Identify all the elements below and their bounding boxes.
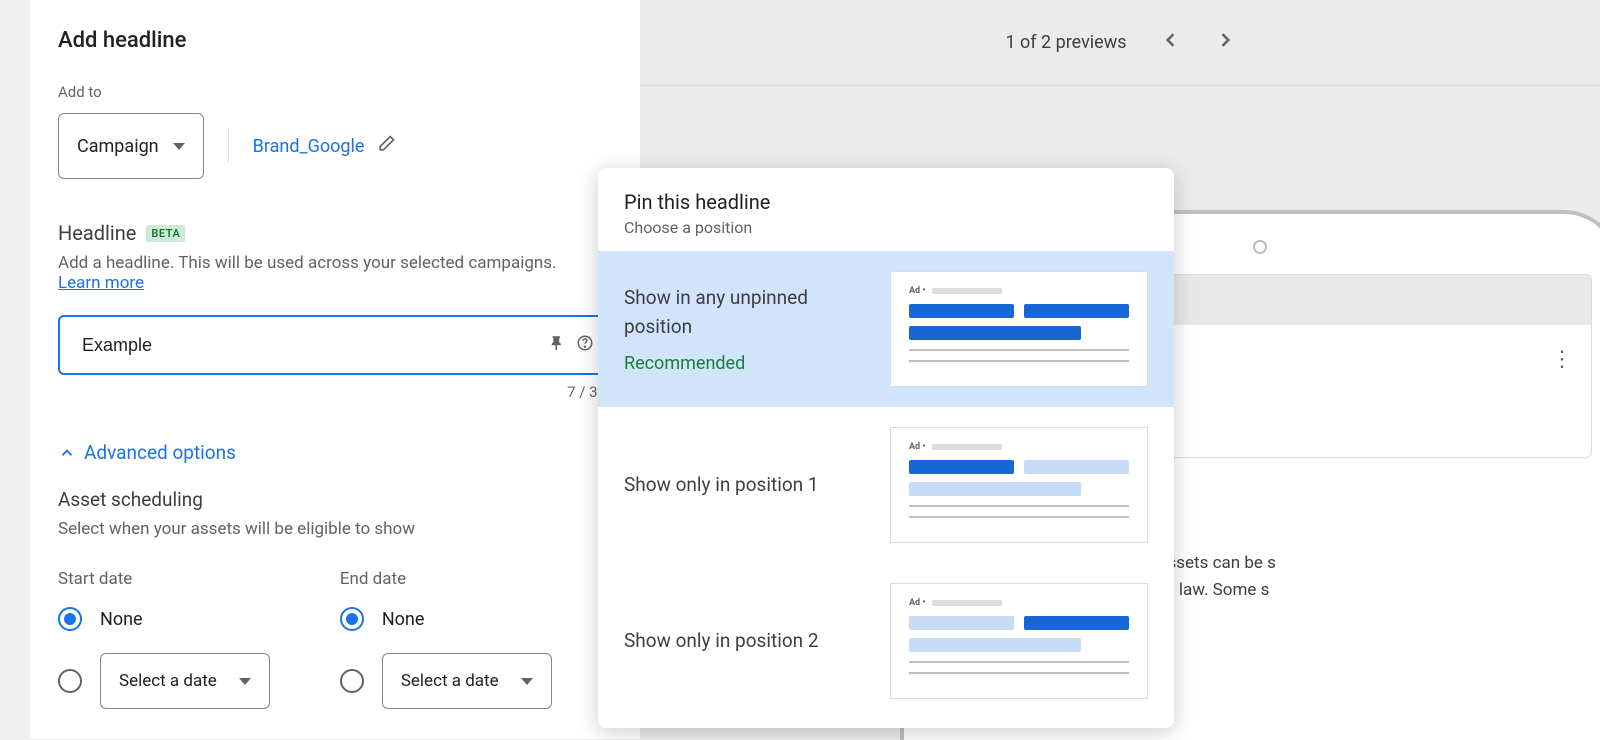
pin-icon[interactable] bbox=[548, 334, 566, 356]
help-icon[interactable] bbox=[576, 334, 594, 356]
start-date-picker-label: Select a date bbox=[119, 671, 217, 691]
add-to-select[interactable]: Campaign bbox=[58, 113, 204, 179]
start-date-column: Start date None Select a date bbox=[58, 569, 270, 731]
preview-prev-button[interactable] bbox=[1161, 30, 1181, 55]
asset-scheduling-title: Asset scheduling bbox=[58, 488, 612, 511]
start-none-label: None bbox=[100, 609, 143, 630]
divider bbox=[228, 129, 229, 163]
start-date-label: Start date bbox=[58, 569, 270, 589]
end-date-label: End date bbox=[340, 569, 552, 589]
pin-option-label: Show only in position 1 bbox=[624, 471, 819, 500]
pin-option-thumb: Ad • bbox=[890, 583, 1148, 699]
phone-camera-icon bbox=[1253, 240, 1267, 254]
pin-option-any[interactable]: Show in any unpinned position Recommende… bbox=[598, 251, 1174, 407]
add-headline-panel: Add headline Add to Campaign Brand_Googl… bbox=[30, 0, 640, 739]
asset-scheduling-desc: Select when your assets will be eligible… bbox=[58, 519, 612, 539]
advanced-options-label: Advanced options bbox=[84, 441, 236, 464]
pin-headline-popup: Pin this headline Choose a position Show… bbox=[598, 168, 1174, 728]
preview-next-button[interactable] bbox=[1215, 30, 1235, 55]
add-to-select-label: Campaign bbox=[77, 136, 159, 157]
brand-link[interactable]: Brand_Google bbox=[253, 136, 365, 157]
end-date-picker[interactable]: Select a date bbox=[382, 653, 552, 709]
headline-input-container bbox=[58, 315, 612, 375]
end-date-picker-label: Select a date bbox=[401, 671, 499, 691]
advanced-options-toggle[interactable]: Advanced options bbox=[58, 441, 612, 464]
chevron-down-icon bbox=[239, 678, 251, 685]
end-select-radio[interactable] bbox=[340, 669, 364, 693]
recommended-badge: Recommended bbox=[624, 353, 864, 374]
start-date-picker[interactable]: Select a date bbox=[100, 653, 270, 709]
popup-subtitle: Choose a position bbox=[624, 218, 1148, 237]
more-icon[interactable]: ⋮ bbox=[1551, 347, 1573, 372]
pin-option-pos1[interactable]: Show only in position 1 Ad • bbox=[598, 407, 1174, 563]
start-select-radio[interactable] bbox=[58, 669, 82, 693]
headline-input[interactable] bbox=[82, 335, 538, 356]
page-title: Add headline bbox=[58, 28, 612, 53]
headline-learn-more-link[interactable]: Learn more bbox=[58, 273, 144, 293]
chevron-up-icon bbox=[58, 444, 76, 462]
pin-option-thumb: Ad • bbox=[890, 271, 1148, 387]
chevron-down-icon bbox=[173, 143, 185, 150]
beta-badge: BETA bbox=[146, 225, 185, 242]
pin-option-label: Show in any unpinned position bbox=[624, 284, 864, 341]
preview-count: 1 of 2 previews bbox=[1005, 32, 1126, 53]
pin-option-thumb: Ad • bbox=[890, 427, 1148, 543]
headline-section-label: Headline bbox=[58, 221, 136, 245]
pencil-icon[interactable] bbox=[376, 134, 396, 158]
pin-option-label: Show only in position 2 bbox=[624, 627, 819, 656]
end-none-radio[interactable] bbox=[340, 607, 364, 631]
char-count: 7 / 30 bbox=[58, 383, 612, 401]
start-none-radio[interactable] bbox=[58, 607, 82, 631]
pin-option-pos2[interactable]: Show only in position 2 Ad • bbox=[598, 563, 1174, 719]
chevron-down-icon bbox=[521, 678, 533, 685]
preview-bar: 1 of 2 previews bbox=[640, 0, 1600, 86]
popup-title: Pin this headline bbox=[624, 190, 1148, 214]
add-to-label: Add to bbox=[58, 83, 612, 101]
end-date-column: End date None Select a date bbox=[340, 569, 552, 731]
end-none-label: None bbox=[382, 609, 425, 630]
headline-desc: Add a headline. This will be used across… bbox=[58, 253, 612, 273]
